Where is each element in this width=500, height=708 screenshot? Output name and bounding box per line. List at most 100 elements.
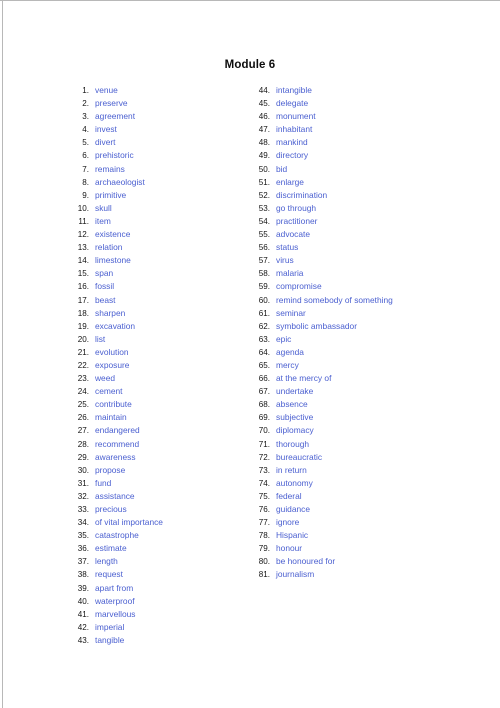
vocabulary-item-word: federal xyxy=(276,490,302,501)
vocabulary-item-word: tangible xyxy=(95,634,125,645)
vocabulary-item: 40. waterproof xyxy=(62,595,163,608)
vocabulary-item-number: 71. xyxy=(258,439,270,449)
vocabulary-item-number: 77. xyxy=(258,518,270,528)
vocabulary-item: 1. venue xyxy=(62,84,163,97)
vocabulary-item-word: agenda xyxy=(276,346,304,357)
vocabulary-item: 32. assistance xyxy=(62,490,163,503)
vocabulary-item: 60. remind somebody of something xyxy=(243,294,393,307)
vocabulary-item-number: 7. xyxy=(82,164,89,174)
vocabulary-item: 15. span xyxy=(62,267,163,280)
vocabulary-item-word: primitive xyxy=(95,189,127,200)
vocabulary-item: 50. bid xyxy=(243,163,393,176)
vocabulary-item-word: virus xyxy=(276,255,294,266)
vocabulary-item: 46. monument xyxy=(243,110,393,123)
vocabulary-item-number: 56. xyxy=(258,243,270,253)
vocabulary-item-number: 53. xyxy=(258,203,270,213)
vocabulary-item-number: 34. xyxy=(77,518,89,528)
vocabulary-item-number: 36. xyxy=(77,544,89,554)
vocabulary-item: 64. agenda xyxy=(243,346,393,359)
vocabulary-item: 49. directory xyxy=(243,149,393,162)
vocabulary-item: 37. length xyxy=(62,555,163,568)
vocabulary-item: 61. seminar xyxy=(243,307,393,320)
page-top-edge-rule xyxy=(0,0,500,1)
vocabulary-item-word: invest xyxy=(95,124,117,135)
vocabulary-item-word: skull xyxy=(95,202,112,213)
vocabulary-item: 77. ignore xyxy=(243,516,393,529)
vocabulary-item-word: catastrophe xyxy=(95,530,139,541)
vocabulary-item-number: 25. xyxy=(77,400,89,410)
vocabulary-item-number: 76. xyxy=(258,505,270,514)
vocabulary-item-word: ignore xyxy=(276,517,300,528)
vocabulary-item: 5. divert xyxy=(62,136,163,149)
vocabulary-item-number: 44. xyxy=(258,86,270,95)
vocabulary-item-word: malaria xyxy=(276,268,304,279)
vocabulary-item-number: 54. xyxy=(258,216,270,226)
vocabulary-item: 7. remains xyxy=(62,163,163,176)
vocabulary-item: 35. catastrophe xyxy=(62,529,163,542)
vocabulary-item-word: maintain xyxy=(95,412,127,423)
vocabulary-item-word: endangered xyxy=(95,425,140,436)
vocabulary-item-number: 59. xyxy=(258,282,270,292)
vocabulary-item: 22. exposure xyxy=(62,359,163,372)
vocabulary-item-word: relation xyxy=(95,242,123,253)
vocabulary-item-number: 24. xyxy=(77,387,89,397)
vocabulary-item-word: sharpen xyxy=(95,307,126,318)
vocabulary-item: 75. federal xyxy=(243,490,393,503)
vocabulary-item-number: 21. xyxy=(77,347,89,357)
vocabulary-item-word: cement xyxy=(95,386,123,397)
vocabulary-item: 26. maintain xyxy=(62,411,163,424)
vocabulary-item-word: beast xyxy=(95,294,116,305)
vocabulary-item-word: archaeologist xyxy=(95,176,145,187)
vocabulary-item-number: 35. xyxy=(77,531,89,541)
vocabulary-item: 81. journalism xyxy=(243,568,393,581)
vocabulary-item: 24. cement xyxy=(62,385,163,398)
vocabulary-item-number: 13. xyxy=(77,243,89,253)
vocabulary-item-number: 11. xyxy=(78,216,89,226)
vocabulary-item-number: 2. xyxy=(82,99,89,109)
vocabulary-item: 65. mercy xyxy=(243,359,393,372)
vocabulary-item-word: marvellous xyxy=(95,608,136,619)
vocabulary-item-word: diplomacy xyxy=(276,425,314,436)
vocabulary-item-number: 46. xyxy=(258,112,270,122)
vocabulary-item-number: 16. xyxy=(77,282,89,292)
vocabulary-item: 52. discrimination xyxy=(243,189,393,202)
vocabulary-item: 33. precious xyxy=(62,503,163,516)
vocabulary-item-word: length xyxy=(95,556,118,567)
vocabulary-item-number: 58. xyxy=(258,269,270,279)
vocabulary-item-word: compromise xyxy=(276,281,322,292)
vocabulary-item-number: 81. xyxy=(258,570,270,580)
vocabulary-item-word: imperial xyxy=(95,621,125,632)
vocabulary-item-number: 64. xyxy=(258,347,270,357)
vocabulary-item: 34. of vital importance xyxy=(62,516,163,529)
vocabulary-item-word: fund xyxy=(95,477,112,488)
vocabulary-item: 74. autonomy xyxy=(243,477,393,490)
vocabulary-item-word: estimate xyxy=(95,543,127,554)
vocabulary-item-number: 32. xyxy=(77,491,89,501)
vocabulary-item-word: absence xyxy=(276,399,308,410)
vocabulary-item-word: assistance xyxy=(95,490,135,501)
vocabulary-item: 69. subjective xyxy=(243,411,393,424)
vocabulary-item-number: 15. xyxy=(77,269,89,279)
vocabulary-item-word: autonomy xyxy=(276,477,313,488)
vocabulary-list-left-column: 1. venue 2. preserve 3. agreement 4. invest 5. di… xyxy=(62,84,163,647)
vocabulary-item-word: request xyxy=(95,569,123,580)
vocabulary-item-word: symbolic ambassador xyxy=(276,320,357,331)
vocabulary-item: 29. awareness xyxy=(62,451,163,464)
vocabulary-item-word: delegate xyxy=(276,98,309,109)
page-title: Module 6 xyxy=(224,59,276,71)
vocabulary-item: 12. existence xyxy=(62,228,163,241)
vocabulary-item: 43. tangible xyxy=(62,634,163,647)
vocabulary-item-word: existence xyxy=(95,229,131,240)
vocabulary-item-number: 72. xyxy=(258,452,270,462)
vocabulary-item-number: 17. xyxy=(77,295,89,305)
vocabulary-item-word: practitioner xyxy=(276,215,318,226)
vocabulary-item-word: agreement xyxy=(95,111,136,122)
vocabulary-item-number: 69. xyxy=(258,413,270,423)
vocabulary-item-number: 68. xyxy=(258,400,270,410)
vocabulary-item: 39. apart from xyxy=(62,582,163,595)
vocabulary-item-number: 43. xyxy=(77,635,89,645)
vocabulary-item-number: 49. xyxy=(258,151,270,161)
vocabulary-item-number: 57. xyxy=(258,256,270,266)
vocabulary-item-word: exposure xyxy=(95,359,130,370)
vocabulary-item-number: 74. xyxy=(258,478,270,488)
